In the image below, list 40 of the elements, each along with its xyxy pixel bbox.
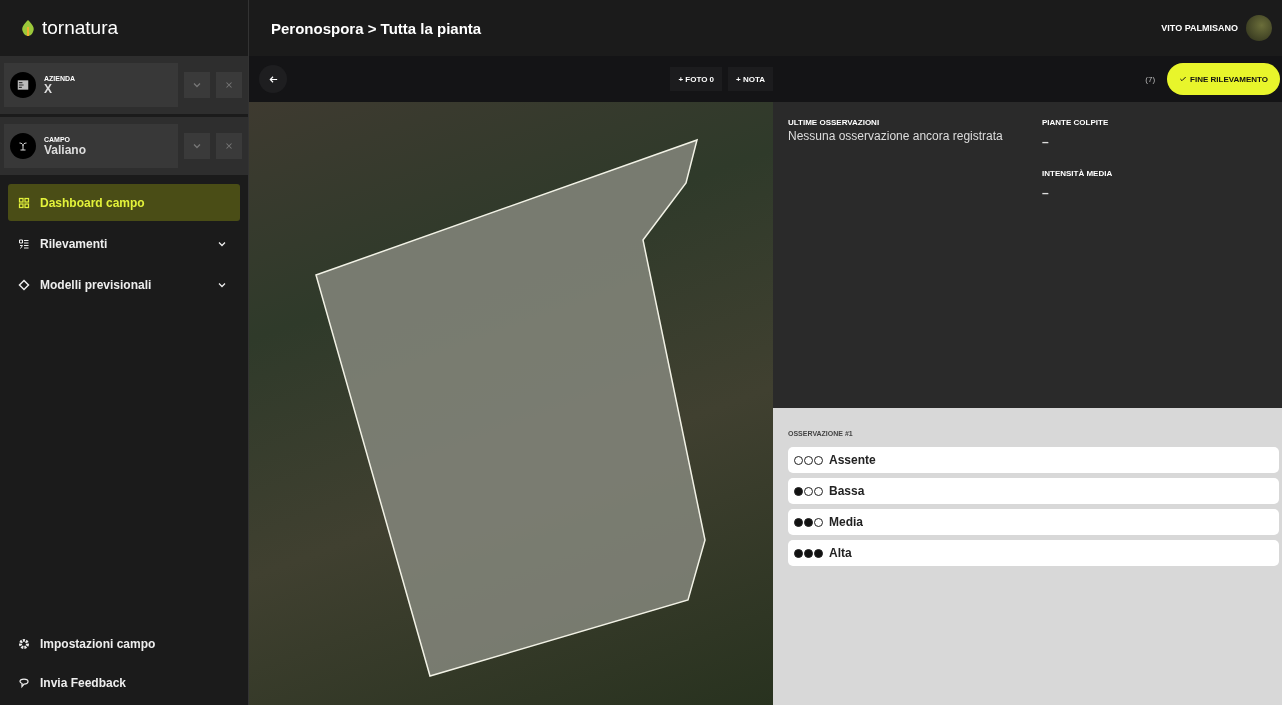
close-icon <box>224 141 234 151</box>
nav-item[interactable]: Rilevamenti <box>8 225 240 262</box>
satellite-map[interactable] <box>249 102 773 705</box>
close-icon <box>224 80 234 90</box>
section-label: ULTIME OSSERVAZIONI <box>788 118 881 127</box>
add-button[interactable]: + NOTA <box>728 67 773 91</box>
intensity-option[interactable]: Bassa <box>788 478 1279 504</box>
checklist-icon <box>18 237 30 250</box>
grid-icon <box>18 196 30 209</box>
check-icon <box>1179 75 1188 83</box>
app-name: tornatura <box>42 17 119 39</box>
stat-label: INTENSITÀ MEDIA <box>1042 169 1114 178</box>
intensity-option[interactable]: Assente <box>788 447 1279 473</box>
add-button[interactable]: + FOTO 0 <box>670 67 723 91</box>
leaf-logo-icon <box>20 19 36 37</box>
count-label: (7) <box>1145 74 1156 84</box>
field-boundary[interactable] <box>315 138 706 677</box>
back-button[interactable] <box>259 65 287 93</box>
stat-value: – <box>1042 186 1050 200</box>
avatar-circle[interactable] <box>1246 15 1272 41</box>
user-name: VITO PALMISANO <box>1161 23 1238 33</box>
nav-item[interactable]: Dashboard campo <box>8 184 240 221</box>
selector-value: Valiano <box>44 142 87 157</box>
building-icon <box>16 78 30 92</box>
nav-item[interactable]: Invia Feedback <box>8 664 240 701</box>
intensity-option[interactable]: Media <box>788 509 1279 535</box>
page-title: Peronospora > Tutta la pianta <box>271 19 482 37</box>
diamond-icon <box>18 278 30 291</box>
nav-item[interactable]: Impostazioni campo <box>8 625 240 662</box>
speech-bubble-icon <box>18 676 30 689</box>
intensity-option[interactable]: Alta <box>788 540 1279 566</box>
finish-button[interactable]: FINE RILEVAMENTO <box>1167 63 1280 95</box>
stat-value: – <box>1042 135 1050 149</box>
sprout-icon <box>17 140 29 152</box>
stat-label: PIANTE COLPITE <box>1042 118 1110 127</box>
empty-message: Nessuna osservazione ancora registrata <box>788 129 1004 143</box>
selector-value: X <box>44 81 53 96</box>
nav-item[interactable]: Modelli previsionali <box>8 266 240 303</box>
gear-icon <box>18 637 30 650</box>
back-arrow-icon <box>267 73 279 85</box>
